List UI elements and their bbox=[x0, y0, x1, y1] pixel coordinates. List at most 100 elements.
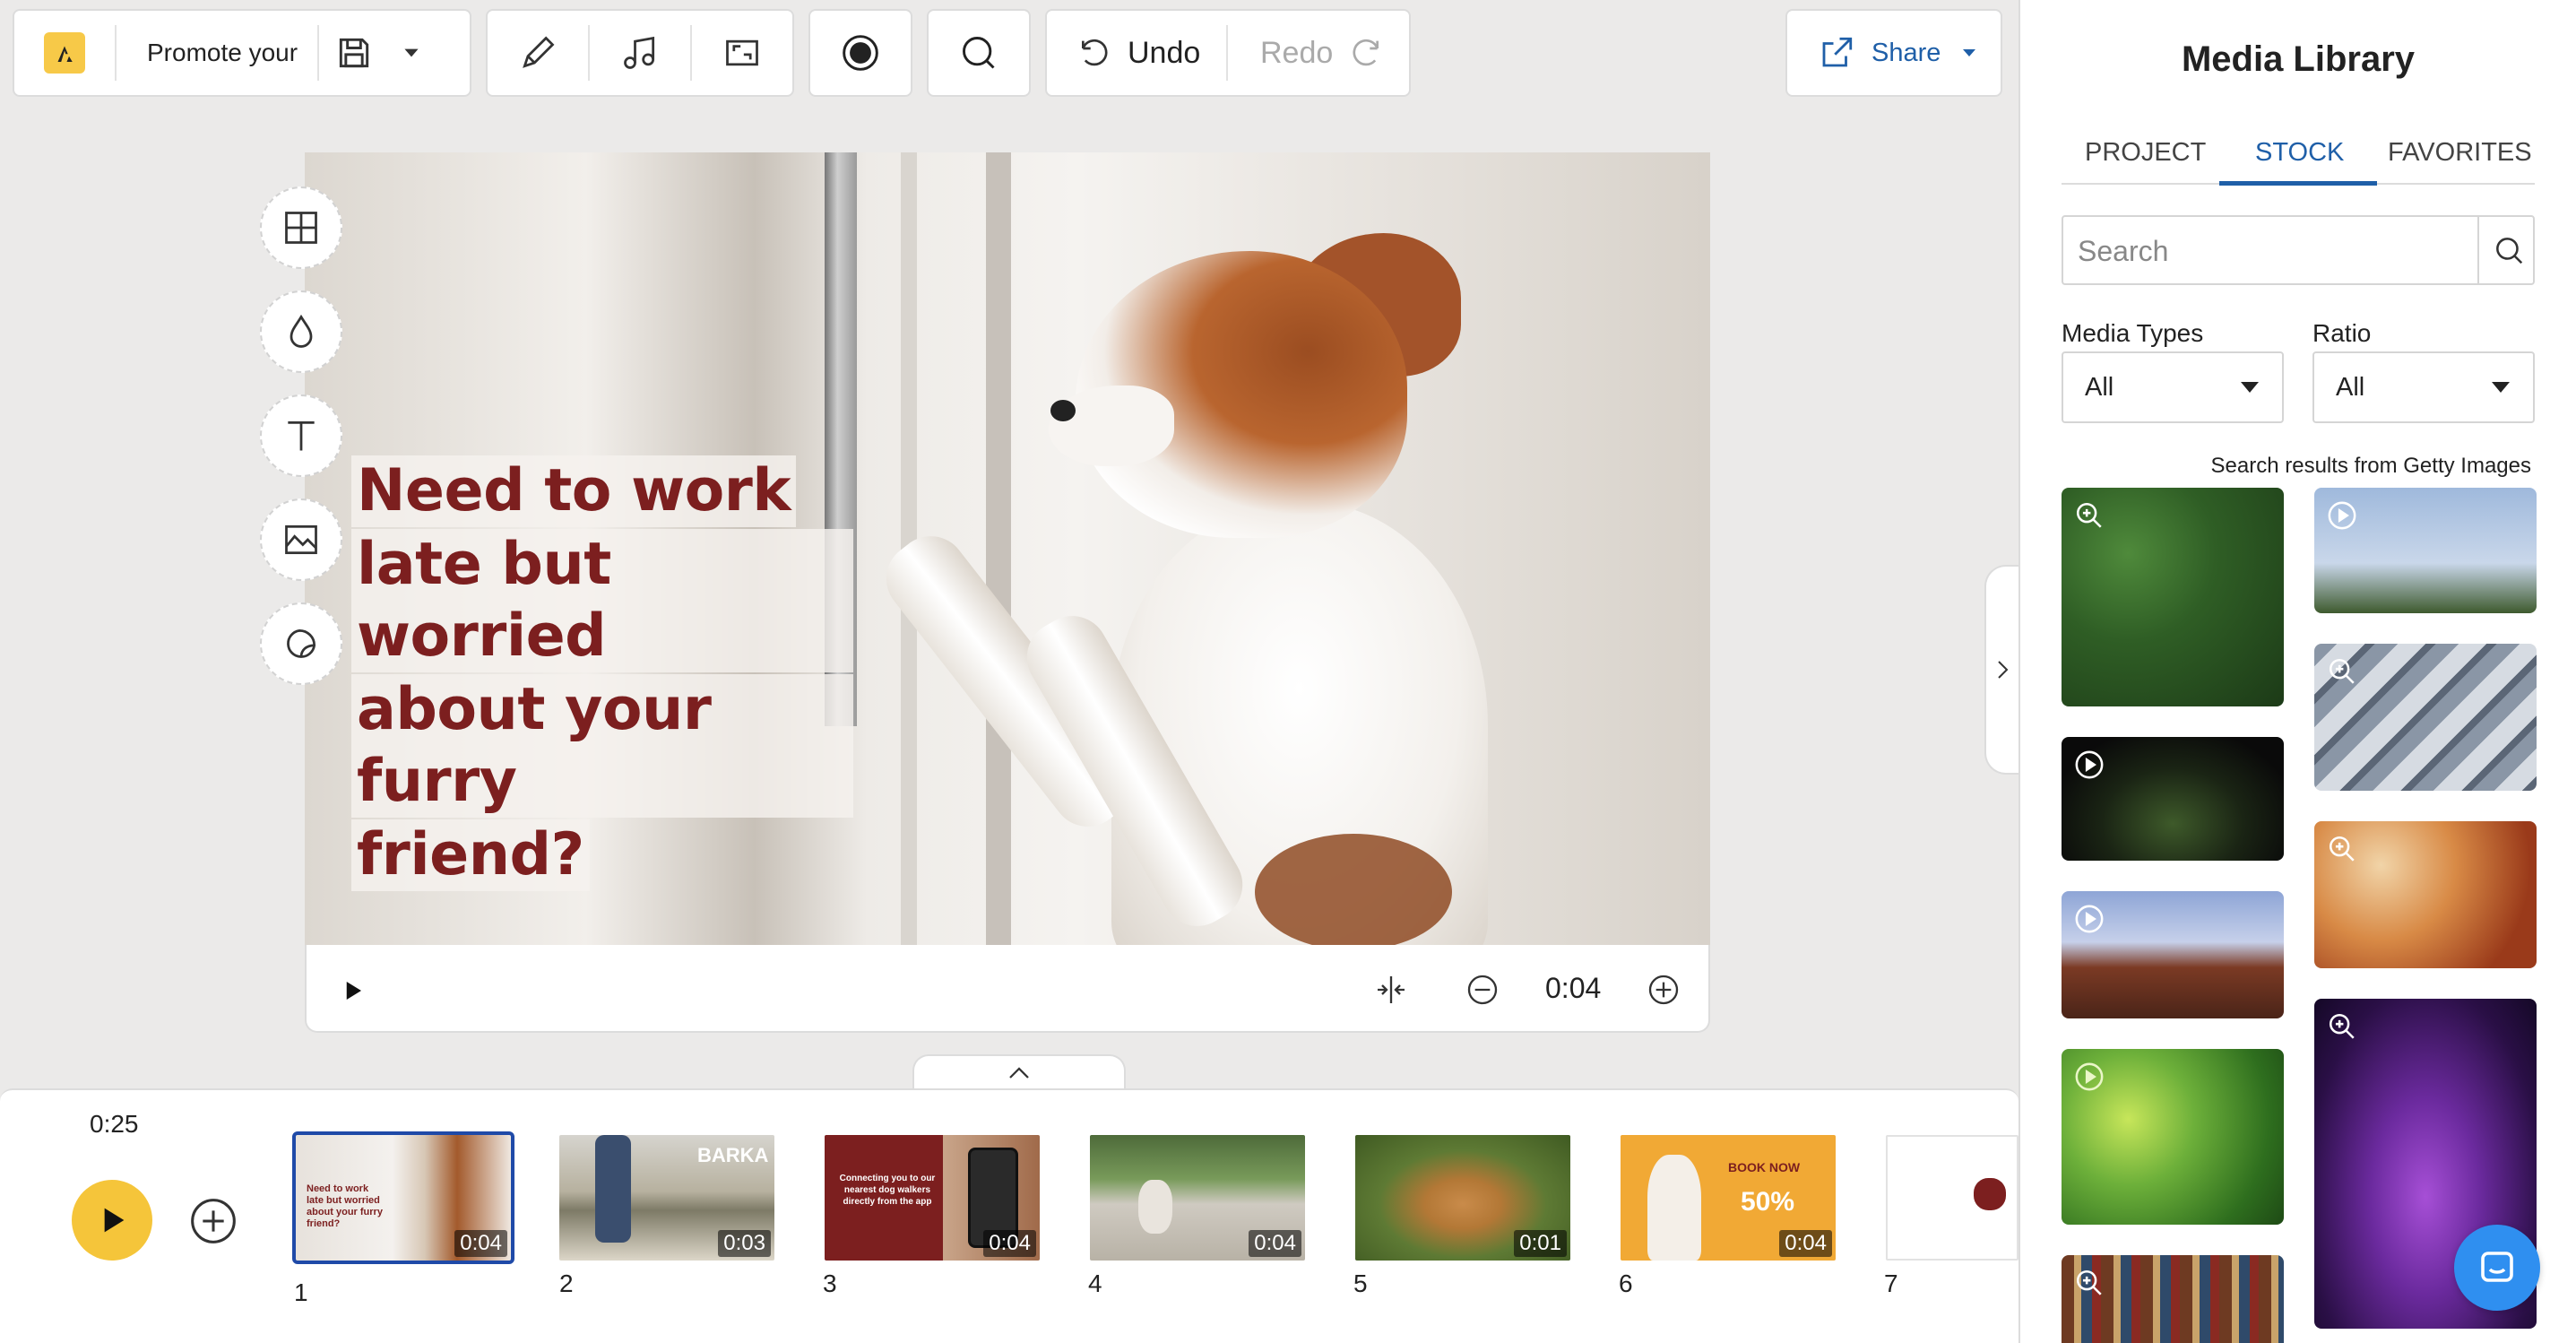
stock-thumb-leaf-video[interactable] bbox=[2062, 1049, 2284, 1225]
timeline: 0:25 Need to work late but worried about… bbox=[0, 1088, 2018, 1343]
tab-stock[interactable]: STOCK bbox=[2255, 138, 2344, 168]
undo-button[interactable]: Undo bbox=[1047, 11, 1226, 95]
media-library-panel: Media Library PROJECT STOCK FAVORITES Me… bbox=[2018, 0, 2576, 1343]
clip-duration: 0:04 bbox=[454, 1230, 507, 1257]
play-all-button[interactable] bbox=[72, 1180, 152, 1261]
add-slide-icon[interactable] bbox=[188, 1196, 238, 1246]
ratio-select[interactable]: All bbox=[2312, 351, 2535, 423]
tab-favorites[interactable]: FAVORITES bbox=[2388, 138, 2532, 168]
total-duration: 0:25 bbox=[90, 1110, 139, 1138]
timeline-collapse-tab[interactable] bbox=[912, 1054, 1126, 1090]
record-button[interactable] bbox=[808, 9, 912, 97]
panel-title: Media Library bbox=[2181, 39, 2416, 79]
preview-player-bar: 0:04 bbox=[305, 945, 1710, 1033]
search-icon bbox=[963, 37, 995, 69]
play-circle-icon bbox=[2075, 750, 2104, 779]
clip-duration: 0:04 bbox=[983, 1230, 1036, 1257]
dropdown-icon bbox=[2492, 382, 2510, 393]
chevron-up-icon bbox=[1009, 1067, 1029, 1079]
zoom-icon bbox=[2329, 836, 2355, 862]
image-tool-button[interactable] bbox=[260, 498, 342, 581]
play-circle-icon bbox=[2328, 501, 2356, 530]
dog-nose bbox=[1050, 400, 1076, 421]
person-silhouette bbox=[595, 1135, 631, 1243]
headline-line: late but worried bbox=[351, 529, 853, 672]
stock-thumb-basil[interactable] bbox=[2062, 488, 2284, 706]
media-search-input[interactable] bbox=[2078, 231, 2454, 271]
zoom-out-icon[interactable] bbox=[1465, 972, 1500, 1008]
music-button[interactable] bbox=[590, 11, 690, 95]
dropdown-icon bbox=[2241, 382, 2259, 393]
slide-duration: 0:04 bbox=[1545, 972, 1602, 1004]
divider bbox=[2477, 217, 2479, 283]
slide-canvas[interactable]: Need to work late but worried about your… bbox=[305, 152, 1710, 945]
home-logo-button[interactable] bbox=[14, 11, 115, 95]
stock-thumb-autumn[interactable] bbox=[2314, 821, 2537, 968]
timeline-clip-7[interactable] bbox=[1886, 1135, 2018, 1261]
timeline-clip-4[interactable]: 0:04 bbox=[1090, 1135, 1305, 1261]
record-icon bbox=[843, 35, 878, 71]
zoom-in-icon[interactable] bbox=[1646, 972, 1681, 1008]
media-search-box bbox=[2062, 215, 2535, 285]
sticker-icon bbox=[287, 628, 316, 658]
clip-thumbnail-text: Connecting you to our nearest dog walker… bbox=[839, 1174, 936, 1207]
text-tool-button[interactable] bbox=[260, 394, 342, 477]
stock-thumb-flower-video[interactable] bbox=[2062, 737, 2284, 861]
ratio-label: Ratio bbox=[2312, 319, 2372, 347]
undo-label: Undo bbox=[1128, 35, 1201, 70]
resize-button[interactable] bbox=[692, 11, 792, 95]
clip-duration: 0:01 bbox=[1514, 1230, 1567, 1257]
redo-icon bbox=[1353, 39, 1379, 66]
tab-project[interactable]: PROJECT bbox=[2085, 138, 2206, 168]
dropdown-icon bbox=[404, 48, 419, 57]
clip-duration: 0:04 bbox=[1779, 1230, 1832, 1257]
stock-thumb-pagoda-video[interactable] bbox=[2062, 891, 2284, 1018]
media-types-select[interactable]: All bbox=[2062, 351, 2284, 423]
timeline-clip-3[interactable]: Connecting you to our nearest dog walker… bbox=[825, 1135, 1040, 1261]
clip-number: 6 bbox=[1619, 1269, 1633, 1297]
stock-thumb-books[interactable] bbox=[2062, 1255, 2284, 1343]
stock-thumb-highway[interactable] bbox=[2314, 644, 2537, 791]
timeline-clip-1[interactable]: Need to work late but worried about your… bbox=[292, 1131, 514, 1264]
timeline-clip-2[interactable]: BARKA 0:03 bbox=[559, 1135, 774, 1261]
play-circle-icon bbox=[2075, 1062, 2104, 1091]
media-panel-toggle[interactable] bbox=[1984, 565, 2020, 775]
project-toolbar-group: Promote your b bbox=[13, 9, 471, 97]
save-icon bbox=[339, 38, 369, 68]
share-button[interactable]: Share bbox=[1785, 9, 2002, 97]
sticker-tool-button[interactable] bbox=[260, 602, 342, 685]
dog-silhouette bbox=[1647, 1155, 1701, 1261]
headline-line: Need to work bbox=[351, 455, 797, 527]
play-icon[interactable] bbox=[339, 977, 366, 1004]
ratio-value: All bbox=[2336, 372, 2365, 402]
chat-icon bbox=[2481, 1252, 2513, 1282]
timeline-clip-5[interactable]: 0:01 bbox=[1355, 1135, 1570, 1261]
project-name-field[interactable]: Promote your b bbox=[117, 11, 317, 95]
draw-button[interactable] bbox=[488, 11, 588, 95]
dog-snout bbox=[1049, 386, 1174, 466]
media-types-value: All bbox=[2085, 372, 2114, 402]
find-button[interactable] bbox=[927, 9, 1031, 97]
timeline-clip-6[interactable]: BOOK NOW 50% 0:04 bbox=[1621, 1135, 1836, 1261]
layout-tool-button[interactable] bbox=[260, 186, 342, 269]
headline-line: friend? bbox=[351, 819, 590, 891]
headline-text[interactable]: Need to work late but worried about your… bbox=[351, 455, 853, 893]
redo-button[interactable]: Redo bbox=[1228, 11, 1407, 95]
save-options-dropdown[interactable] bbox=[389, 11, 434, 95]
clip-number: 2 bbox=[559, 1269, 574, 1297]
project-name: Promote your b bbox=[147, 39, 303, 66]
resize-icon bbox=[726, 39, 758, 66]
barka-logo-icon bbox=[1974, 1178, 2006, 1210]
color-tool-button[interactable] bbox=[260, 290, 342, 373]
stock-thumb-palms-video[interactable] bbox=[2314, 488, 2537, 613]
split-icon[interactable] bbox=[1373, 972, 1409, 1008]
image-icon bbox=[285, 524, 317, 555]
chat-support-button[interactable] bbox=[2454, 1225, 2540, 1311]
text-icon bbox=[288, 420, 315, 451]
share-icon bbox=[1822, 37, 1853, 67]
clip-number: 4 bbox=[1088, 1269, 1102, 1297]
save-button[interactable] bbox=[319, 11, 389, 95]
logo-icon bbox=[44, 32, 85, 74]
search-icon[interactable] bbox=[2492, 233, 2526, 267]
undo-icon bbox=[1082, 39, 1108, 66]
